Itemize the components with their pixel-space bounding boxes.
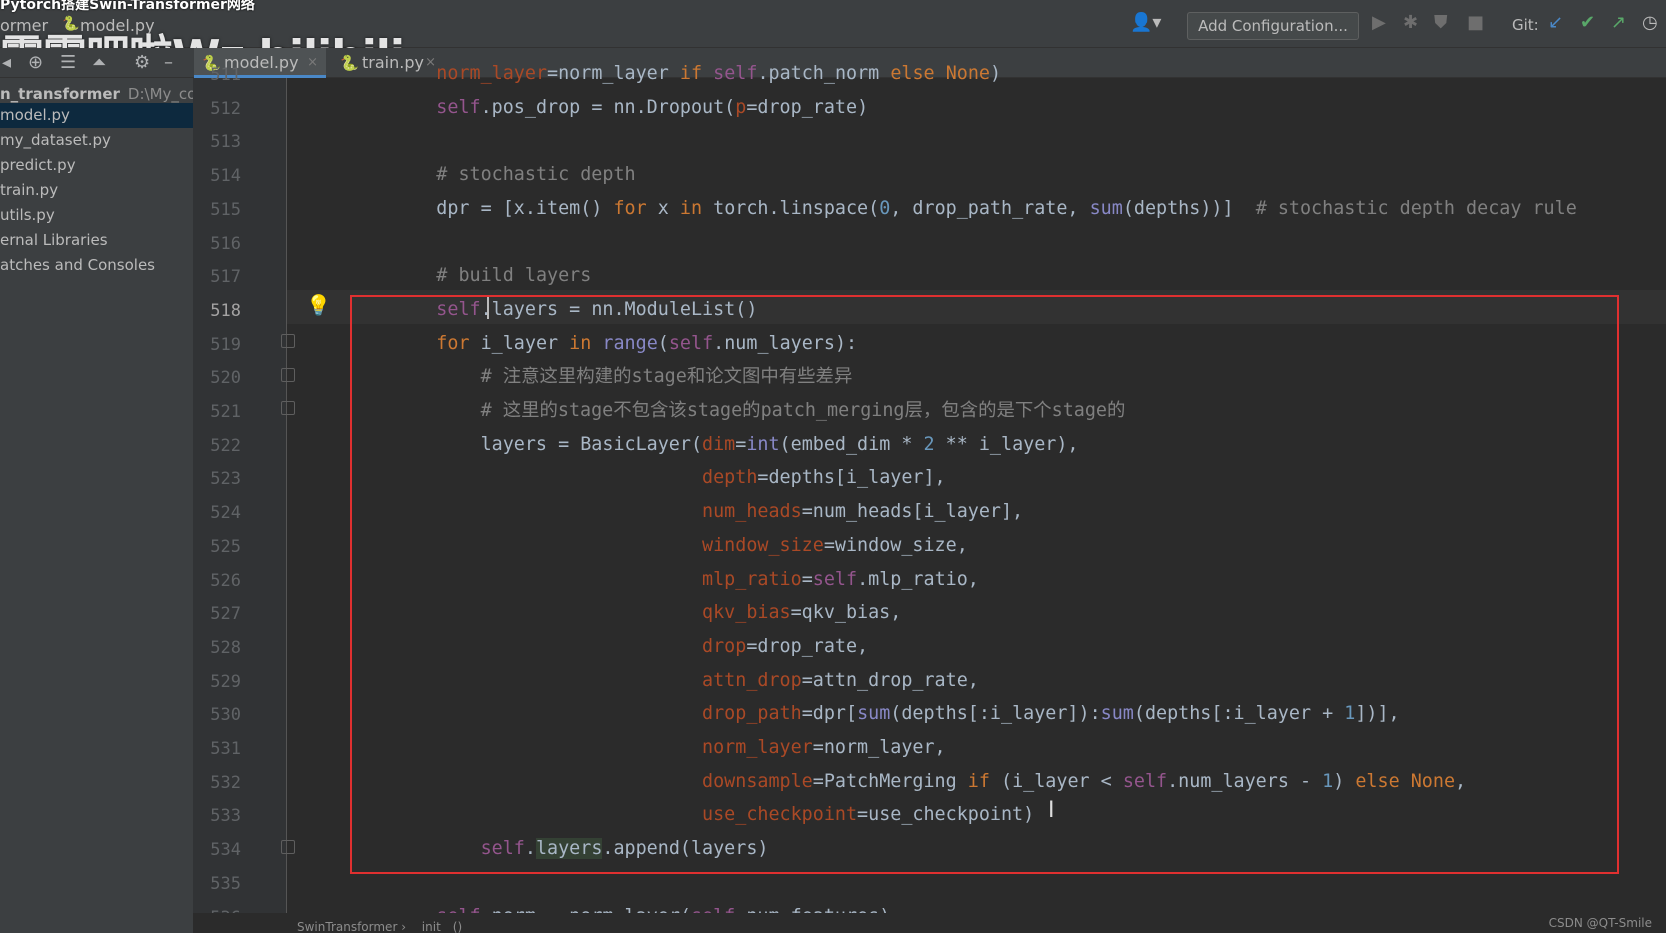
line-number: 520	[210, 368, 241, 389]
code-line[interactable]: dpr = [x.item() for x in torch.linspace(…	[392, 192, 1577, 226]
code-token: p	[735, 96, 747, 118]
add-configuration-button[interactable]: Add Configuration...	[1187, 12, 1359, 40]
line-number: 514	[210, 166, 241, 187]
hide-panel-icon[interactable]: –	[164, 52, 173, 73]
tree-item-scratches-consoles[interactable]: atches and Consoles	[0, 253, 193, 278]
code-line[interactable]: # stochastic depth	[392, 158, 636, 192]
git-label: Git:	[1512, 16, 1539, 34]
code-token: , drop_path_rate,	[890, 197, 1090, 219]
line-number: 530	[210, 705, 241, 726]
tree-item-model-py[interactable]: model.py	[0, 103, 193, 128]
settings-gear-icon[interactable]: ⚙	[134, 52, 150, 73]
close-tab-icon[interactable]: ×	[307, 48, 318, 78]
tree-item-external-libraries[interactable]: ernal Libraries	[0, 228, 193, 253]
stop-icon[interactable]: ■	[1467, 12, 1484, 33]
git-update-icon[interactable]: ↙	[1548, 12, 1563, 33]
line-number: 527	[210, 604, 241, 625]
tree-item-train-py[interactable]: train.py	[0, 178, 193, 203]
fold-marker-icon[interactable]	[281, 368, 295, 382]
fold-marker-icon[interactable]	[281, 401, 295, 415]
user-icon[interactable]: 👤▾	[1130, 12, 1161, 33]
line-number: 524	[210, 503, 241, 524]
project-tree: n_transformer D:\My_code model.py my_data…	[0, 78, 215, 933]
coverage-icon[interactable]: ⛊	[1434, 12, 1448, 33]
code-token: x	[646, 197, 680, 219]
code-line[interactable]: norm_layer=norm_layer if self.patch_norm…	[392, 57, 1001, 91]
code-token: # build layers	[436, 265, 592, 287]
line-number: 525	[210, 536, 241, 557]
debug-icon[interactable]: ✱	[1403, 12, 1418, 33]
line-number: 523	[210, 469, 241, 490]
code-token: =drop_rate)	[746, 96, 869, 118]
code-line[interactable]: self.pos_drop = nn.Dropout(p=drop_rate)	[392, 91, 868, 125]
code-line[interactable]: # build layers	[392, 259, 591, 293]
expand-all-icon[interactable]: ☰	[60, 52, 76, 73]
line-number: 511	[210, 65, 241, 85]
code-token: (depths))]	[1122, 197, 1256, 219]
line-number: 528	[210, 637, 241, 658]
code-token: dpr = [x.item()	[392, 197, 614, 219]
lightbulb-icon[interactable]: 💡	[306, 293, 331, 317]
run-icon[interactable]: ▶	[1372, 12, 1386, 33]
history-icon[interactable]: ◷	[1642, 12, 1658, 33]
line-number: 522	[210, 435, 241, 456]
code-token: .patch_norm	[757, 63, 891, 84]
code-token: else	[890, 63, 935, 84]
collapse-icon[interactable]: ◂	[2, 52, 11, 73]
code-token: norm_layer	[436, 63, 548, 84]
code-token: )	[989, 63, 1002, 84]
code-token: if	[679, 63, 703, 84]
fold-marker-icon[interactable]	[281, 840, 295, 854]
csdn-credit: CSDN @QT-Smile	[1548, 916, 1652, 930]
status-bar: SwinTransformer › __init__() CSDN @QT-Sm…	[193, 913, 1666, 933]
tree-item-my-dataset-py[interactable]: my_dataset.py	[0, 128, 193, 153]
code-token: # stochastic depth decay rule	[1255, 197, 1577, 219]
code-breadcrumb[interactable]: SwinTransformer › __init__()	[297, 917, 462, 933]
line-number: 535	[210, 873, 241, 894]
project-root-name: n_transformer	[0, 85, 120, 103]
code-token: None	[945, 63, 990, 84]
video-title: Pytorch搭建Swin-Transformer网络	[0, 0, 255, 13]
code-token: sum	[1089, 197, 1123, 219]
annotation-highlight-box	[350, 295, 1619, 874]
line-number: 515	[210, 199, 241, 220]
git-commit-icon[interactable]: ✔	[1580, 12, 1595, 33]
line-number: 533	[210, 806, 241, 827]
line-number: 516	[210, 233, 241, 254]
code-token: self	[436, 96, 481, 118]
code-token: .pos_drop = nn.Dropout(	[480, 96, 736, 118]
code-token: self	[713, 63, 758, 84]
line-number: 521	[210, 402, 241, 422]
line-number: 517	[210, 267, 241, 288]
code-token: =norm_layer	[547, 63, 680, 84]
code-token: torch.linspace(	[702, 197, 880, 219]
line-number: 513	[210, 132, 241, 153]
fold-marker-icon[interactable]	[281, 334, 295, 348]
line-number: 519	[210, 334, 241, 355]
code-token: in	[679, 197, 703, 219]
line-number: 531	[210, 739, 241, 759]
collapse-all-icon[interactable]: ⏶	[92, 52, 106, 73]
python-file-icon: 🐍	[340, 54, 359, 72]
line-number: 534	[210, 840, 241, 861]
line-number: 526	[210, 570, 241, 591]
locate-icon[interactable]: ⊕	[28, 52, 43, 73]
tree-item-utils-py[interactable]: utils.py	[0, 203, 193, 228]
line-number: 518	[210, 300, 241, 321]
line-number: 529	[210, 671, 241, 692]
git-push-icon[interactable]: ↗	[1611, 12, 1626, 33]
title-bar: Pytorch搭建Swin-Transformer网络 ormer 🐍 mode…	[0, 0, 1666, 82]
code-token: # stochastic depth	[436, 164, 636, 186]
code-token: for	[613, 197, 647, 219]
tree-item-predict-py[interactable]: predict.py	[0, 153, 193, 178]
line-number: 512	[210, 98, 241, 119]
code-token: 0	[879, 197, 891, 219]
line-number: 532	[210, 772, 241, 793]
